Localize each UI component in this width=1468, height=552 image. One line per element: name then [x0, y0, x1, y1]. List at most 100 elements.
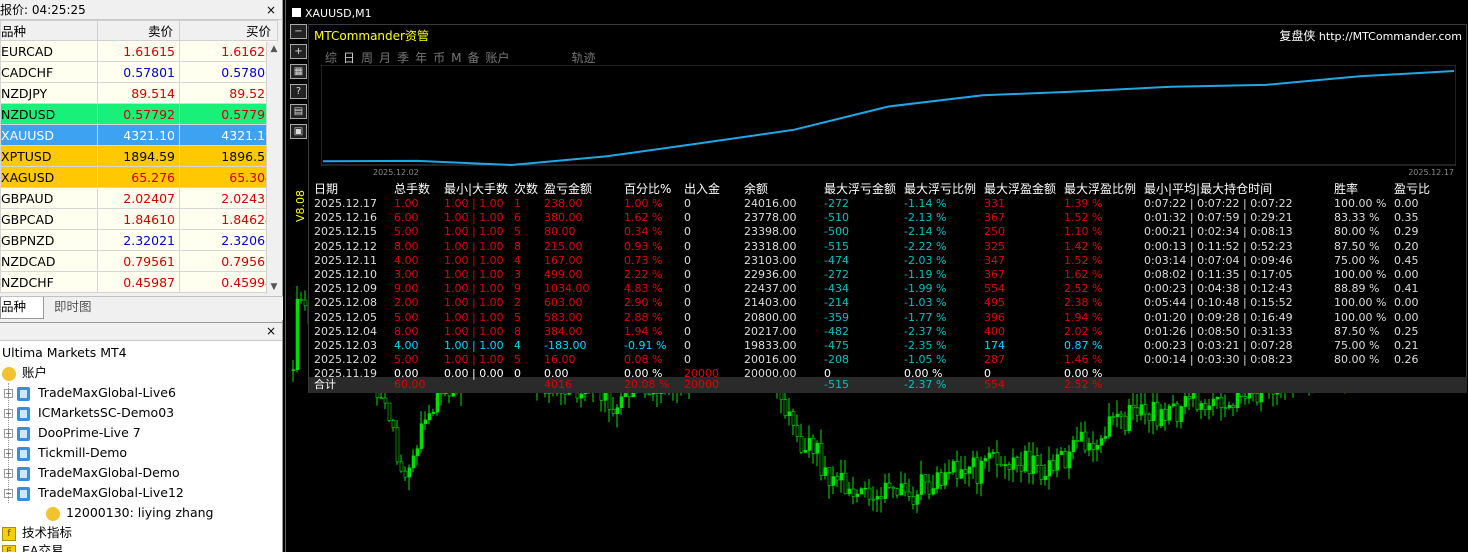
- column-header-symbol[interactable]: 品种: [0, 20, 98, 41]
- tree-account-item[interactable]: + DooPrime-Live 7: [4, 423, 141, 443]
- candle-body: [1051, 460, 1056, 471]
- candle-body: [847, 488, 852, 495]
- scroll-down-icon[interactable]: ▼: [267, 280, 281, 294]
- holding-time: 0:01:32 | 0:07:59 | 0:29:21: [1144, 211, 1293, 225]
- period-tab[interactable]: 季: [397, 51, 409, 65]
- candle-body: [1019, 465, 1024, 472]
- candle-body: [963, 469, 968, 474]
- column-header-bid[interactable]: 卖价: [97, 20, 180, 41]
- quote-row[interactable]: NZDJPY 89.514 89.528: [0, 82, 278, 104]
- quote-row[interactable]: GBPCAD 1.84610 1.84624: [0, 208, 278, 230]
- date: 2025.12.11: [314, 253, 377, 267]
- profit-loss-ratio: 0.25: [1394, 324, 1419, 338]
- holding-time: 0:05:44 | 0:10:48 | 0:15:52: [1144, 296, 1293, 310]
- candle-body: [1179, 406, 1184, 422]
- version-label: V8.08: [294, 190, 307, 223]
- commander-site[interactable]: 复盘侠 http://MTCommander.com: [1279, 27, 1462, 44]
- period-tab[interactable]: 账户: [485, 51, 509, 65]
- quote-row[interactable]: EURCAD 1.61615 1.61621: [0, 40, 278, 62]
- column-header-ask[interactable]: 买价: [179, 20, 278, 41]
- profit-loss-ratio: 0.00: [1394, 296, 1419, 310]
- max-float-loss: -214: [824, 296, 849, 310]
- candle-body: [827, 467, 832, 486]
- candle-body: [839, 472, 844, 481]
- save-icon[interactable]: ▣: [290, 124, 307, 139]
- tree-account-item[interactable]: + TradeMaxGlobal-Demo: [4, 463, 180, 483]
- quote-row[interactable]: NZDUSD 0.57792 0.57796: [0, 103, 278, 125]
- tree-accounts[interactable]: 账户: [2, 363, 47, 383]
- quote-symbol: XAUUSD: [0, 124, 98, 146]
- tree-account-item[interactable]: − TradeMaxGlobal-Live12: [4, 483, 184, 503]
- holding-time: 0:07:22 | 0:07:22 | 0:07:22: [1144, 197, 1293, 210]
- date: 2025.12.12: [314, 239, 377, 253]
- tree-account-item[interactable]: + TradeMaxGlobal-Live6: [4, 383, 176, 403]
- deposit-withdraw: 0: [684, 225, 691, 239]
- period-tab[interactable]: 币: [433, 51, 445, 65]
- period-tab[interactable]: 综: [325, 51, 337, 65]
- tab-tick-chart[interactable]: 即时图: [46, 297, 100, 319]
- tab-track[interactable]: 轨迹: [572, 51, 596, 65]
- tree-indicators[interactable]: f 技术指标: [2, 523, 72, 543]
- plus-icon[interactable]: +: [290, 44, 307, 59]
- candle-body: [823, 467, 828, 476]
- equity-end-date: 2025.12.17: [1408, 168, 1454, 177]
- help-icon[interactable]: ?: [290, 84, 307, 99]
- tab-symbols[interactable]: 品种: [0, 297, 44, 319]
- column-header-balance: 余额: [744, 182, 769, 196]
- tree-sub-account[interactable]: 12000130: liying zhang: [46, 503, 213, 523]
- candle-body: [959, 469, 964, 479]
- period-tab[interactable]: 年: [415, 51, 427, 65]
- max-float-profit: 554: [984, 282, 1005, 296]
- candle-body: [1003, 464, 1008, 467]
- period-tab[interactable]: 备: [467, 51, 479, 65]
- period-tab[interactable]: 周: [361, 51, 373, 65]
- close-icon[interactable]: ×: [266, 0, 276, 20]
- trade-count: 2: [514, 296, 521, 310]
- scroll-up-icon[interactable]: ▲: [267, 42, 281, 56]
- tree-root[interactable]: Ultima Markets MT4: [2, 343, 127, 363]
- quote-symbol: NZDUSD: [0, 103, 98, 125]
- quote-row[interactable]: XPTUSD 1894.59 1896.59: [0, 145, 278, 167]
- tree-account-item[interactable]: + ICMarketsSC-Demo03: [4, 403, 174, 423]
- candle-body: [895, 488, 900, 496]
- candle-body: [915, 494, 920, 505]
- table-icon[interactable]: ▦: [290, 64, 307, 79]
- period-tab[interactable]: 日: [343, 51, 355, 65]
- quote-row[interactable]: NZDCHF 0.45987 0.45994: [0, 271, 278, 293]
- max-float-loss-pct: -1.14 %: [904, 197, 947, 210]
- tree-experts[interactable]: E EA交易: [2, 541, 63, 552]
- quote-row[interactable]: GBPNZD 2.32021 2.32061: [0, 229, 278, 251]
- pnl-percent: 1.62 %: [624, 211, 663, 225]
- column-header-pnl-amount: 盈亏金额: [544, 182, 593, 196]
- candle-body: [831, 476, 836, 486]
- max-float-profit-pct: 1.52 %: [1064, 211, 1103, 225]
- balance: 23778.00: [744, 211, 797, 225]
- candle-body: [303, 299, 308, 307]
- deposit-withdraw: 0: [684, 211, 691, 225]
- column-header-date: 日期: [314, 182, 339, 196]
- candle-body: [1031, 455, 1036, 474]
- copy-icon[interactable]: ▤: [290, 104, 307, 119]
- tree-connector: [8, 383, 9, 503]
- period-tab[interactable]: 月: [379, 51, 391, 65]
- candle-body: [1155, 401, 1160, 427]
- quote-bid: 65.276: [97, 166, 180, 188]
- quote-bid: 1.84610: [97, 208, 180, 230]
- total-lots: 4.00: [394, 339, 419, 352]
- candle-body: [1131, 405, 1136, 409]
- minus-icon[interactable]: −: [290, 24, 307, 39]
- quote-row[interactable]: CADCHF 0.57801 0.57806: [0, 61, 278, 83]
- quote-row[interactable]: NZDCAD 0.79561 0.79566: [0, 250, 278, 272]
- period-tab[interactable]: M: [451, 51, 461, 65]
- quote-row[interactable]: GBPAUD 2.02407 2.02433: [0, 187, 278, 209]
- deposit-withdraw: 0: [684, 239, 691, 253]
- pnl-amount: 80.00: [544, 225, 576, 239]
- candle-body: [1203, 403, 1208, 411]
- quote-row[interactable]: XAUUSD 4321.10 4321.19: [0, 124, 278, 146]
- quotes-scrollbar[interactable]: ▲ ▼: [266, 42, 280, 294]
- close-icon[interactable]: ×: [266, 324, 276, 338]
- market-watch-titlebar: 报价: 04:25:25 ×: [0, 0, 282, 20]
- quote-row[interactable]: XAGUSD 65.276 65.304: [0, 166, 278, 188]
- tree-account-item[interactable]: + Tickmill-Demo: [4, 443, 127, 463]
- max-float-profit-pct: 1.94 %: [1064, 310, 1103, 324]
